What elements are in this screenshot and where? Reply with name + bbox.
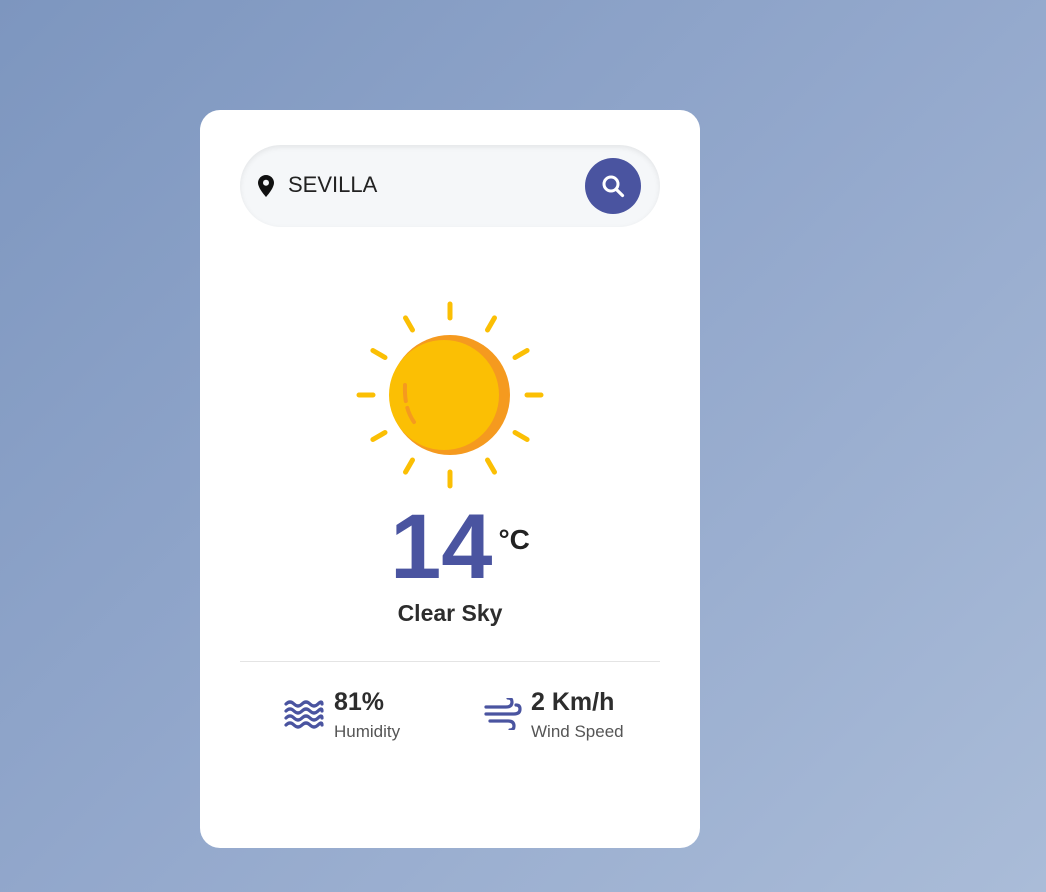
temperature-display: 14 °C — [200, 496, 700, 598]
divider — [240, 661, 660, 662]
wind-label: Wind Speed — [531, 722, 624, 741]
humidity-label: Humidity — [334, 722, 401, 741]
sun-icon — [356, 301, 544, 489]
temperature-value: 14 — [390, 496, 493, 598]
search-icon — [602, 175, 625, 198]
wind-icon — [484, 698, 522, 730]
weather-card: 14°C Clear Sky 81% Humidity 2 Km/h Wind … — [200, 110, 700, 848]
wind-stat: 2 Km/h Wind Speed — [484, 688, 664, 748]
search-bar — [240, 145, 660, 227]
temperature-unit: °C — [498, 524, 530, 555]
map-pin-icon — [258, 175, 274, 197]
wind-value: 2 Km/h — [531, 688, 615, 716]
humidity-stat: 81% Humidity — [284, 688, 464, 748]
humidity-value: 81% — [334, 688, 385, 716]
search-button[interactable] — [585, 158, 641, 214]
search-input[interactable] — [288, 167, 568, 203]
waves-icon — [284, 700, 324, 729]
weather-description: Clear Sky — [397, 600, 503, 626]
